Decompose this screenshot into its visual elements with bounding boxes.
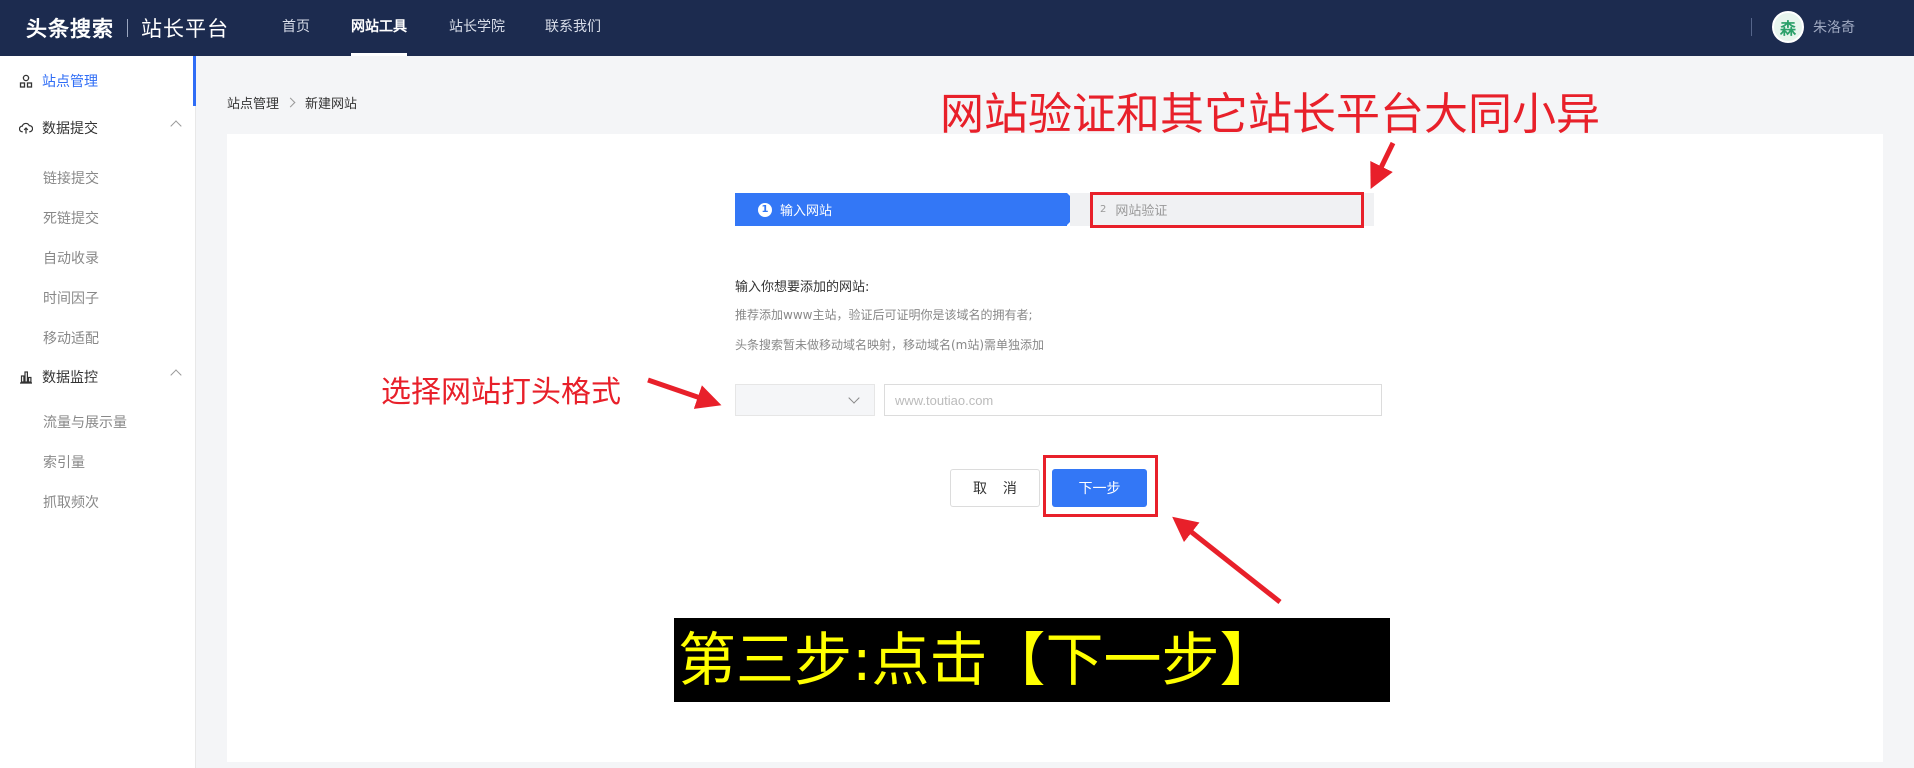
username[interactable]: 朱洛奇 <box>1813 17 1855 37</box>
bar-chart-icon <box>19 370 33 384</box>
sidebar-group-data-submit[interactable]: 数据提交 <box>0 108 196 148</box>
form-label: 输入你想要添加的网站: <box>735 280 870 295</box>
sidebar-item-index-count[interactable]: 索引量 <box>43 452 85 472</box>
sidebar-item-traffic[interactable]: 流量与展示量 <box>43 412 127 432</box>
brand-logo[interactable]: 头条搜索 站长平台 <box>26 13 229 43</box>
brand-sub: 站长平台 <box>141 17 229 41</box>
nav-site-tools[interactable]: 网站工具 <box>351 0 407 56</box>
sidebar: 站点管理 数据提交 链接提交 死链提交 自动收录 时间因子 移动适配 数据监控 … <box>0 56 196 768</box>
sidebar-group-label: 数据提交 <box>42 121 98 137</box>
sidebar-group-label: 数据监控 <box>42 370 98 386</box>
sidebar-item-label: 站点管理 <box>42 74 98 90</box>
cloud-upload-icon <box>19 121 33 135</box>
nav-contact[interactable]: 联系我们 <box>545 0 601 56</box>
avatar[interactable]: 森 <box>1772 11 1804 43</box>
annotation-title: 网站验证和其它站长平台大同小异 <box>940 89 1600 140</box>
chevron-right-icon <box>285 97 296 108</box>
site-url-input[interactable] <box>884 384 1382 416</box>
chevron-up-icon <box>170 369 182 381</box>
highlight-box-next <box>1043 455 1158 517</box>
sidebar-item-time-factor[interactable]: 时间因子 <box>43 288 99 308</box>
highlight-box-step2 <box>1090 192 1364 228</box>
form-hint-1: 推荐添加www主站，验证后可证明你是该域名的拥有者; <box>735 308 1033 322</box>
nav-academy[interactable]: 站长学院 <box>449 0 505 56</box>
sidebar-item-site-manage[interactable]: 站点管理 <box>0 61 196 101</box>
chevron-down-icon <box>848 392 860 404</box>
site-manage-icon <box>19 74 33 88</box>
step-number: 1 <box>758 202 772 217</box>
protocol-select[interactable] <box>735 384 875 416</box>
instruction-banner: 第三步:点击【下一步】 <box>674 618 1390 702</box>
form-hint-2: 头条搜索暂未做移动域名映射，移动域名(m站)需单独添加 <box>735 338 1045 352</box>
sidebar-item-deadlink-submit[interactable]: 死链提交 <box>43 208 99 228</box>
top-navbar: 头条搜索 站长平台 首页 网站工具 站长学院 联系我们 森 朱洛奇 <box>0 0 1914 56</box>
step-input-site: 1 输入网站 <box>735 193 1083 226</box>
sidebar-item-link-submit[interactable]: 链接提交 <box>43 168 99 188</box>
chevron-up-icon <box>170 120 182 132</box>
sidebar-item-auto-index[interactable]: 自动收录 <box>43 248 99 268</box>
breadcrumb-new-site: 新建网站 <box>305 97 358 112</box>
nav-divider <box>1751 18 1752 36</box>
nav-home[interactable]: 首页 <box>282 0 310 56</box>
step-label: 输入网站 <box>780 204 833 219</box>
annotation-select-format: 选择网站打头格式 <box>381 375 621 410</box>
brand-main: 头条搜索 <box>26 17 114 41</box>
cancel-button[interactable]: 取 消 <box>950 469 1040 507</box>
sidebar-item-crawl-freq[interactable]: 抓取频次 <box>43 492 99 512</box>
breadcrumb-site-manage[interactable]: 站点管理 <box>227 93 279 112</box>
brand-divider <box>127 19 128 37</box>
breadcrumb: 站点管理 新建网站 <box>227 93 357 112</box>
sidebar-group-data-monitor[interactable]: 数据监控 <box>0 357 196 397</box>
sidebar-item-mobile-adapt[interactable]: 移动适配 <box>43 328 99 348</box>
